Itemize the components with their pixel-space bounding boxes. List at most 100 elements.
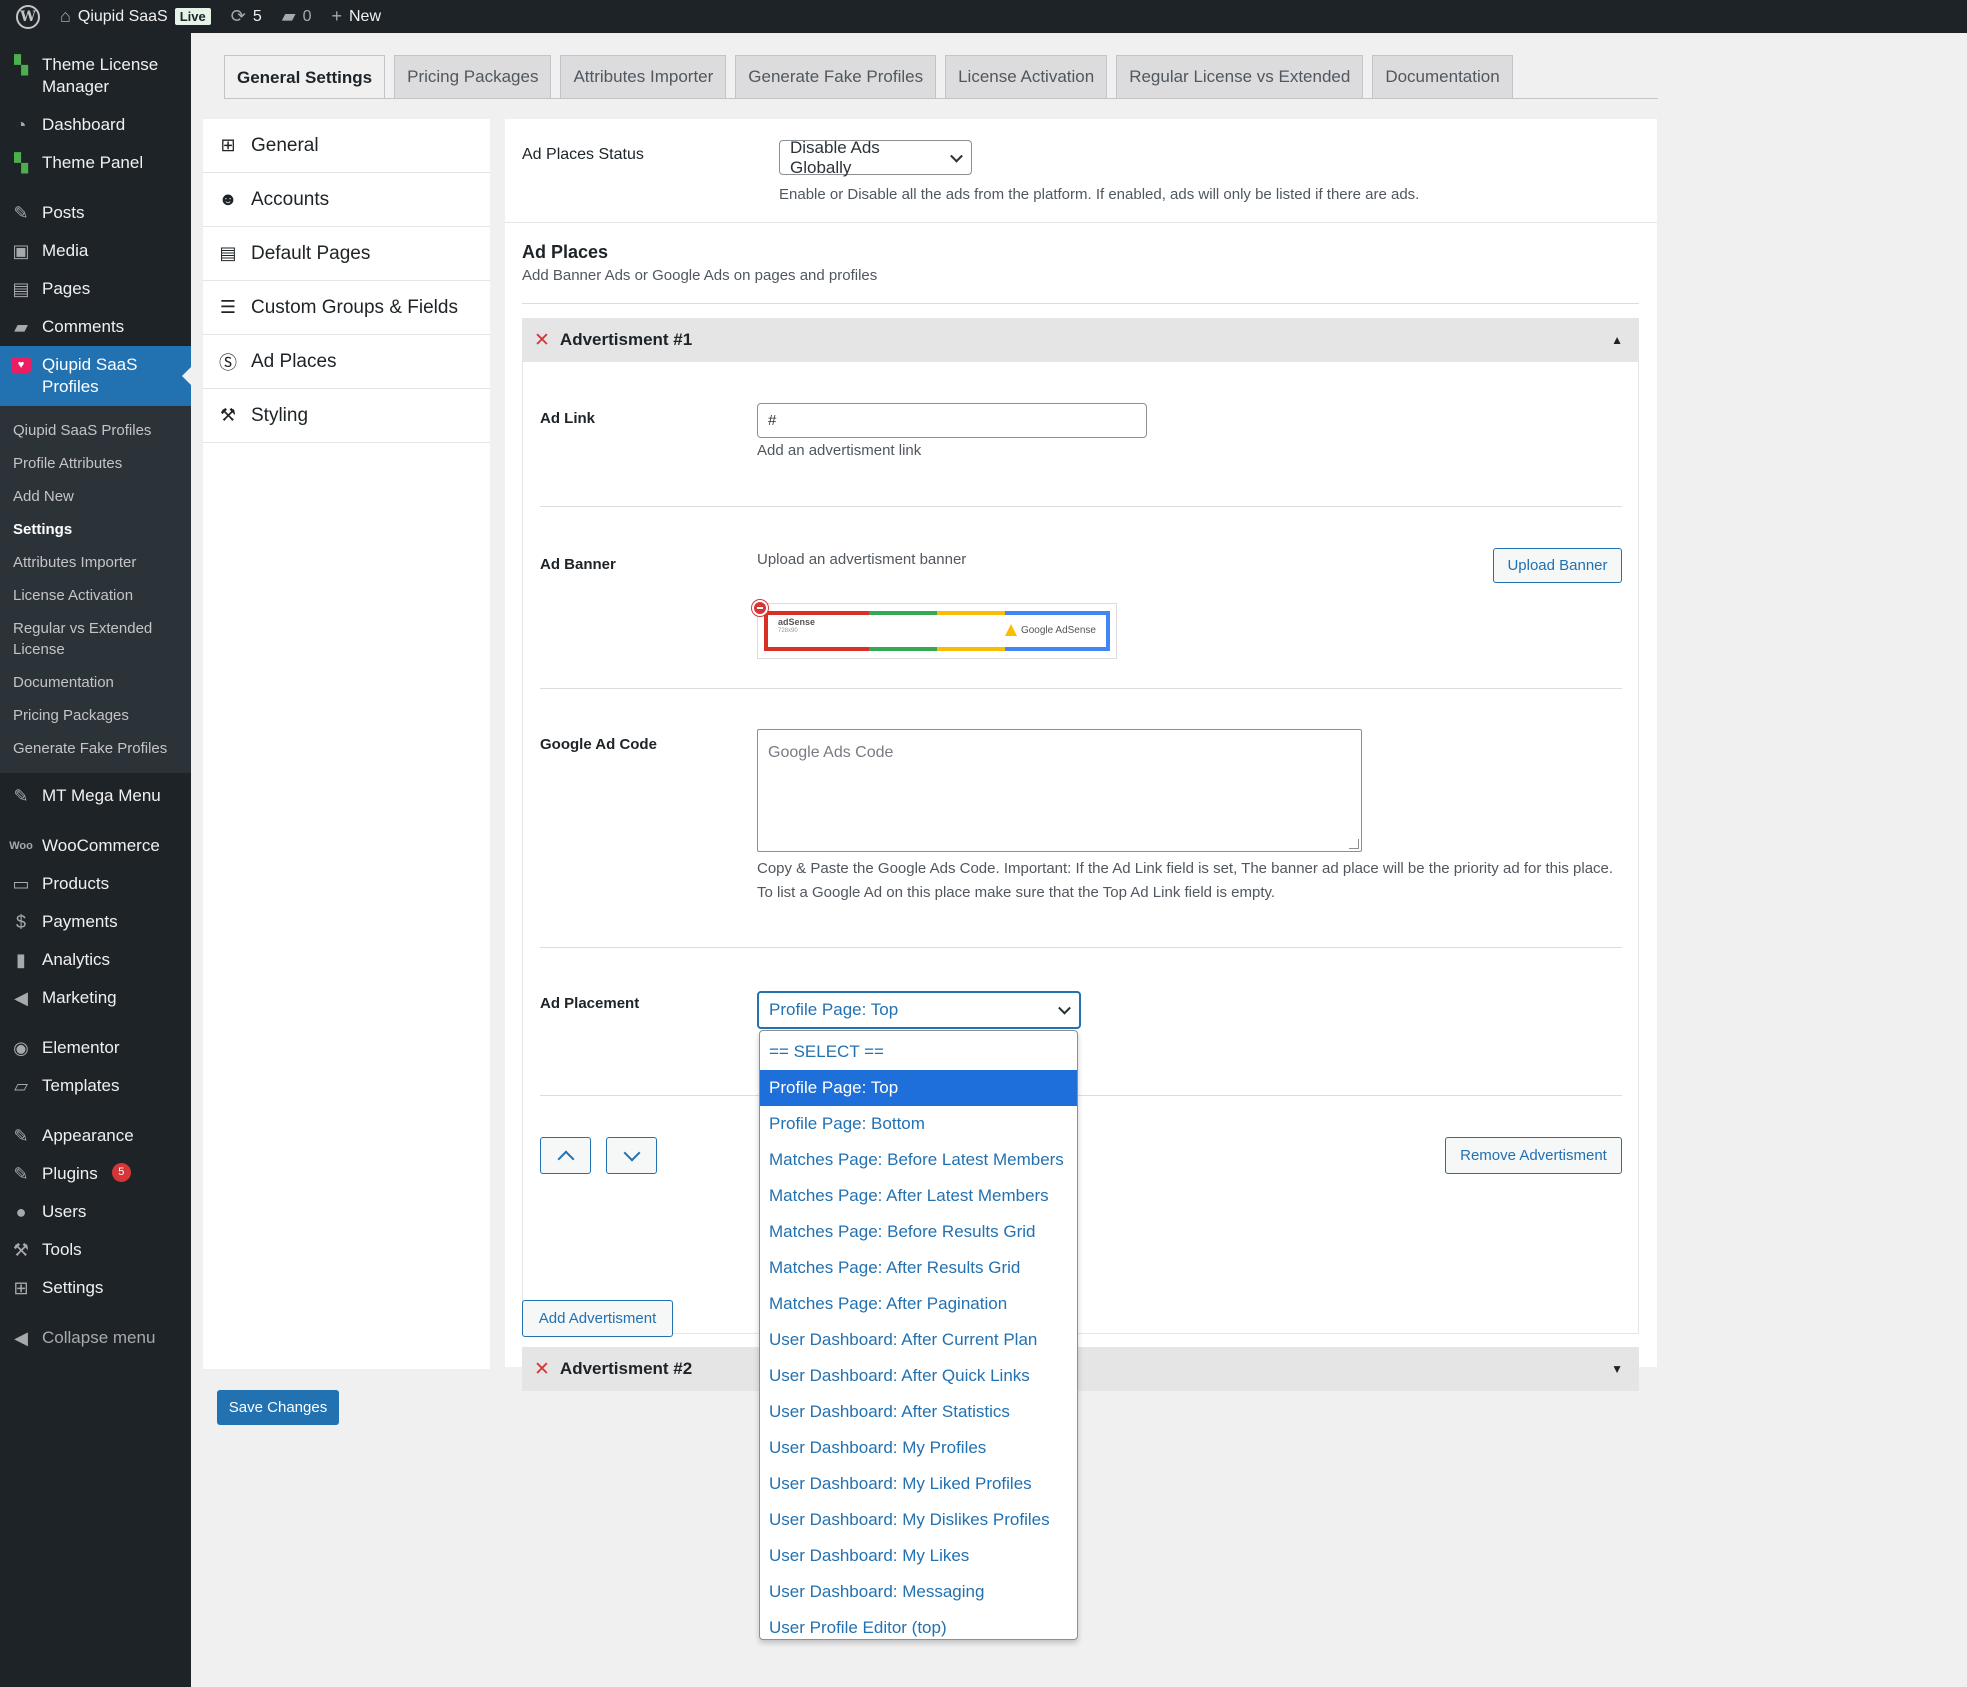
section-custom-groups-fields[interactable]: ☰ Custom Groups & Fields bbox=[203, 281, 490, 335]
move-down-button[interactable] bbox=[606, 1137, 657, 1174]
menu-theme-license-manager[interactable]: ▚ Theme License Manager bbox=[0, 52, 191, 106]
menu-products[interactable]: ▭ Products bbox=[0, 865, 191, 903]
section-default-pages[interactable]: ▤ Default Pages bbox=[203, 227, 490, 281]
dropdown-option[interactable]: User Dashboard: After Quick Links bbox=[760, 1358, 1077, 1394]
dropdown-option[interactable]: User Dashboard: My Likes bbox=[760, 1538, 1077, 1574]
dropdown-option[interactable]: User Dashboard: My Liked Profiles bbox=[760, 1466, 1077, 1502]
dropdown-option[interactable]: Matches Page: After Pagination bbox=[760, 1286, 1077, 1322]
move-up-button[interactable] bbox=[540, 1137, 591, 1174]
triangle-up-icon[interactable]: ▲ bbox=[1611, 333, 1623, 347]
google-ad-code-textarea[interactable]: Google Ads Code bbox=[757, 729, 1362, 852]
menu-users[interactable]: ● Users bbox=[0, 1193, 191, 1231]
tab-documentation[interactable]: Documentation bbox=[1372, 55, 1513, 98]
ad-places-status-select[interactable]: Disable Ads Globally bbox=[779, 138, 972, 177]
elementor-icon: ◉ bbox=[13, 1038, 29, 1058]
dropdown-option[interactable]: Matches Page: Before Latest Members bbox=[760, 1142, 1077, 1178]
menu-templates[interactable]: ▱ Templates bbox=[0, 1067, 191, 1105]
save-changes-button[interactable]: Save Changes bbox=[217, 1390, 339, 1425]
menu-pages[interactable]: ▤ Pages bbox=[0, 270, 191, 308]
menu-mt-mega-menu[interactable]: ✎ MT Mega Menu bbox=[0, 777, 191, 815]
section-styling[interactable]: ⚒ Styling bbox=[203, 389, 490, 443]
menu-plugins[interactable]: ✎ Plugins 5 bbox=[0, 1155, 191, 1193]
tab-generate-fake-profiles[interactable]: Generate Fake Profiles bbox=[735, 55, 937, 98]
resize-handle-icon[interactable] bbox=[1349, 839, 1359, 849]
menu-tools[interactable]: ⚒ Tools bbox=[0, 1231, 191, 1269]
menu-label: MT Mega Menu bbox=[42, 786, 161, 805]
tab-license-activation[interactable]: License Activation bbox=[945, 55, 1108, 98]
submenu-item[interactable]: Attributes Importer bbox=[0, 546, 191, 579]
wrench-icon: ⚒ bbox=[12, 1240, 30, 1260]
tab-regular-vs-extended[interactable]: Regular License vs Extended bbox=[1116, 55, 1364, 98]
menu-payments[interactable]: $ Payments bbox=[0, 903, 191, 941]
menu-marketing[interactable]: ◀ Marketing bbox=[0, 979, 191, 1017]
menu-dashboard[interactable]: ◔ Dashboard bbox=[0, 106, 191, 144]
admin-sidebar: ▚ Theme License Manager ◔ Dashboard ▚ Th… bbox=[0, 33, 191, 1687]
site-name-menu[interactable]: ⌂ Qiupid SaaS Live bbox=[50, 0, 221, 33]
dropdown-option-selected[interactable]: Profile Page: Top bbox=[760, 1070, 1077, 1106]
dropdown-option[interactable]: Profile Page: Bottom bbox=[760, 1106, 1077, 1142]
menu-qiupid-saas-profiles[interactable]: ♥ Qiupid SaaS Profiles bbox=[0, 346, 191, 406]
submenu-item[interactable]: Pricing Packages bbox=[0, 699, 191, 732]
menu-label: Qiupid SaaS Profiles bbox=[42, 355, 138, 396]
menu-posts[interactable]: ✎ Posts bbox=[0, 194, 191, 232]
ad-placement-label: Ad Placement bbox=[540, 995, 640, 1012]
submenu-item[interactable]: Profile Attributes bbox=[0, 447, 191, 480]
close-icon[interactable]: ✕ bbox=[534, 329, 550, 352]
submenu-item[interactable]: Add New bbox=[0, 480, 191, 513]
wp-logo-menu[interactable]: W bbox=[0, 0, 50, 33]
dropdown-option[interactable]: Matches Page: Before Results Grid bbox=[760, 1214, 1077, 1250]
collapse-menu-button[interactable]: ◀ Collapse menu bbox=[0, 1319, 191, 1357]
dropdown-option[interactable]: == SELECT == bbox=[760, 1034, 1077, 1070]
menu-comments[interactable]: ▰ Comments bbox=[0, 308, 191, 346]
dropdown-option[interactable]: User Dashboard: After Statistics bbox=[760, 1394, 1077, 1430]
submenu-item[interactable]: Generate Fake Profiles bbox=[0, 732, 191, 765]
menu-analytics[interactable]: ▮ Analytics bbox=[0, 941, 191, 979]
comments-menu[interactable]: ▰ 0 bbox=[272, 0, 322, 33]
dropdown-option[interactable]: Matches Page: After Results Grid bbox=[760, 1250, 1077, 1286]
menu-label: Comments bbox=[42, 317, 125, 336]
dropdown-option[interactable]: User Dashboard: My Dislikes Profiles bbox=[760, 1502, 1077, 1538]
menu-appearance[interactable]: ✎ Appearance bbox=[0, 1117, 191, 1155]
comment-icon: ▰ bbox=[281, 6, 296, 26]
section-general[interactable]: ⊞ General bbox=[203, 119, 490, 173]
advertisment-2-title: Advertisment #2 bbox=[559, 1359, 693, 1378]
close-icon[interactable]: ✕ bbox=[534, 1358, 550, 1381]
submenu-item-active[interactable]: Settings bbox=[0, 513, 191, 546]
section-ad-places[interactable]: Ⓢ Ad Places bbox=[203, 335, 490, 389]
submenu-item[interactable]: Documentation bbox=[0, 666, 191, 699]
dropdown-option[interactable]: User Profile Editor (top) bbox=[760, 1610, 1077, 1646]
menu-media[interactable]: ▣ Media bbox=[0, 232, 191, 270]
dropdown-option[interactable]: User Dashboard: My Profiles bbox=[760, 1430, 1077, 1466]
add-advertisment-button[interactable]: Add Advertisment bbox=[522, 1300, 673, 1337]
menu-theme-panel[interactable]: ▚ Theme Panel bbox=[0, 144, 191, 182]
ad-placement-select[interactable]: Profile Page: Top bbox=[757, 991, 1081, 1029]
divider bbox=[540, 688, 1622, 689]
advertisment-2-header[interactable]: ✕ Advertisment #2 ▼ bbox=[522, 1347, 1639, 1391]
menu-settings[interactable]: ⊞ Settings bbox=[0, 1269, 191, 1307]
submenu-item[interactable]: Qiupid SaaS Profiles bbox=[0, 414, 191, 447]
remove-advertisment-button[interactable]: Remove Advertisment bbox=[1445, 1137, 1622, 1174]
menu-label: Payments bbox=[42, 912, 118, 931]
new-content-menu[interactable]: + New bbox=[321, 0, 391, 33]
submenu-item[interactable]: License Activation bbox=[0, 579, 191, 612]
ad-link-description: Add an advertisment link bbox=[757, 442, 922, 459]
comments-icon: ▰ bbox=[14, 317, 28, 337]
updates-count: 5 bbox=[252, 7, 262, 25]
tab-attributes-importer[interactable]: Attributes Importer bbox=[560, 55, 727, 98]
advertisment-1-header[interactable]: ✕ Advertisment #1 ▲ bbox=[522, 318, 1639, 362]
upload-banner-button[interactable]: Upload Banner bbox=[1493, 548, 1622, 583]
dropdown-option[interactable]: Matches Page: After Latest Members bbox=[760, 1178, 1077, 1214]
updates-menu[interactable]: ⟳ 5 bbox=[221, 0, 272, 33]
ad-link-input[interactable]: # bbox=[757, 403, 1147, 438]
section-accounts[interactable]: ☻ Accounts bbox=[203, 173, 490, 227]
dropdown-option[interactable]: User Dashboard: After Current Plan bbox=[760, 1322, 1077, 1358]
remove-banner-icon[interactable] bbox=[752, 600, 768, 616]
tab-pricing-packages[interactable]: Pricing Packages bbox=[394, 55, 552, 98]
triangle-down-icon[interactable]: ▼ bbox=[1611, 1362, 1623, 1376]
submenu-item[interactable]: Regular vs Extended License bbox=[0, 612, 191, 666]
tab-general-settings[interactable]: General Settings bbox=[224, 55, 386, 99]
menu-woocommerce[interactable]: Woo WooCommerce bbox=[0, 827, 191, 865]
menu-elementor[interactable]: ◉ Elementor bbox=[0, 1029, 191, 1067]
dropdown-option[interactable]: User Dashboard: Messaging bbox=[760, 1574, 1077, 1610]
heart-icon: ♥ bbox=[9, 354, 33, 376]
